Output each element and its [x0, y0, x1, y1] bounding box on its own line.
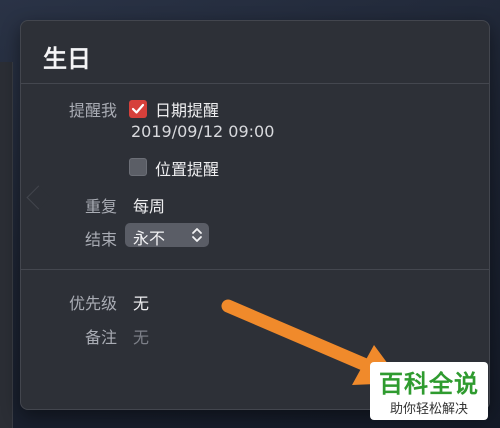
watermark-subtitle: 助你轻松解决 — [389, 402, 468, 417]
watermark-title: 百科全说 — [379, 370, 479, 398]
watermark-logo: 百科全说 助你轻松解决 — [370, 362, 488, 420]
